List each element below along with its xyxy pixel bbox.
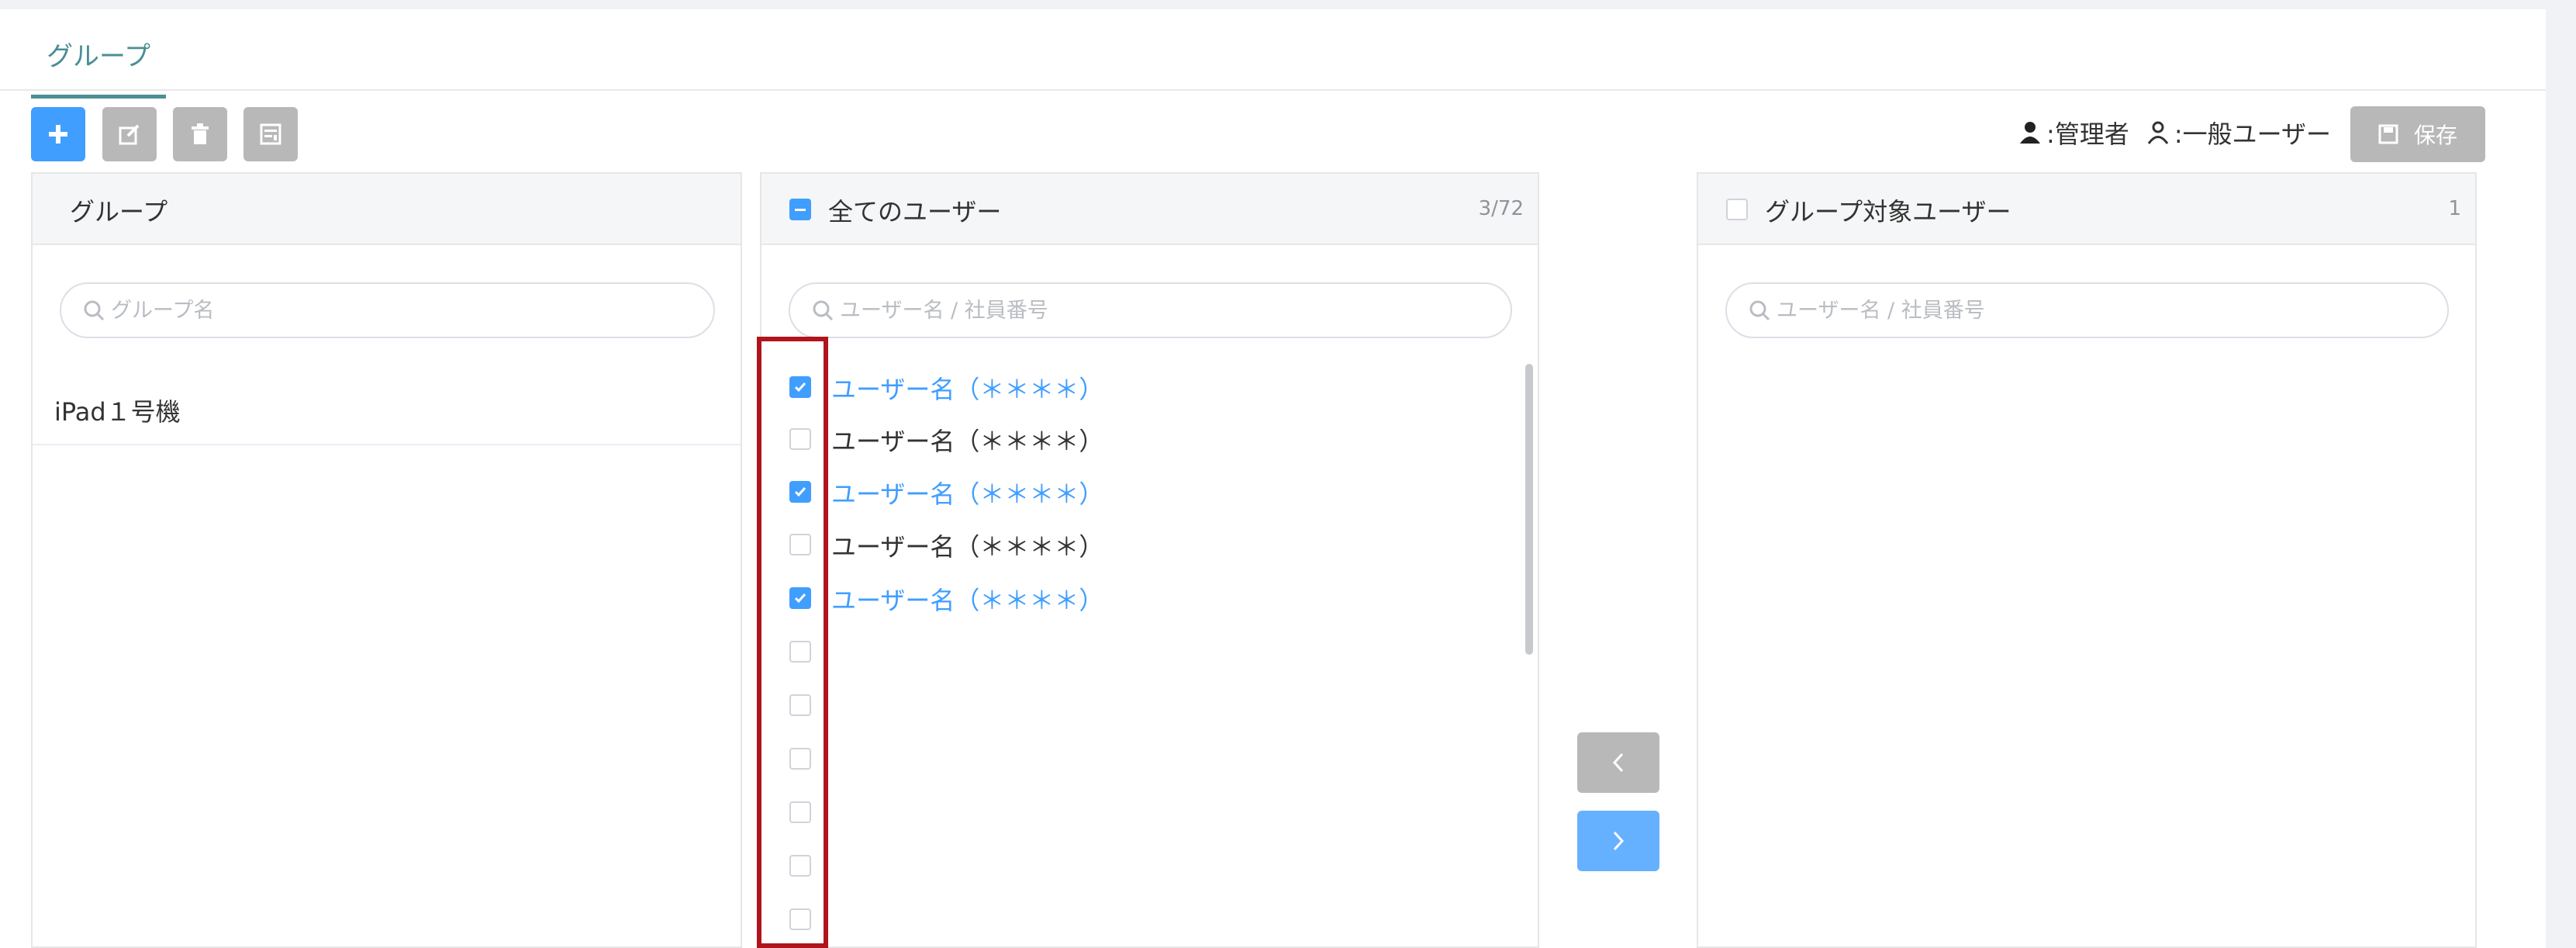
user-list-item[interactable]	[761, 846, 1538, 884]
user-list-item-label: ユーザー名（＊＊＊＊）	[831, 375, 1104, 404]
user-list-item[interactable]: ユーザー名（＊＊＊＊）	[761, 419, 1538, 458]
save-button-label: 保存	[2413, 123, 2457, 148]
admin-user-icon	[2020, 122, 2041, 144]
trash-icon	[192, 123, 209, 144]
move-left-button[interactable]	[1577, 732, 1659, 793]
user-list-item[interactable]: ユーザー名（＊＊＊＊）	[761, 578, 1538, 617]
user-list-item[interactable]	[761, 899, 1538, 938]
select-all-checkbox[interactable]	[789, 199, 811, 220]
target-users-panel: グループ対象ユーザー 1	[1697, 172, 2477, 948]
list-save-icon	[260, 123, 281, 145]
edit-icon	[119, 124, 140, 145]
tab-bar: グループ	[0, 9, 2546, 99]
all-users-search-field[interactable]	[789, 282, 1512, 338]
general-user-icon	[2147, 121, 2169, 144]
all-users-panel-header: 全てのユーザー 3/72	[761, 174, 1538, 245]
plus-icon	[49, 125, 67, 144]
save-button[interactable]: 保存	[2350, 106, 2485, 162]
group-list-item-label: iPad１号機	[54, 397, 181, 427]
checkbox-column-highlight	[757, 337, 828, 948]
user-list-item[interactable]: ユーザー名（＊＊＊＊）	[761, 524, 1538, 563]
user-list-item[interactable]	[761, 792, 1538, 831]
delete-button[interactable]	[173, 107, 227, 161]
target-users-search-field[interactable]	[1725, 282, 2449, 338]
user-list-item[interactable]: ユーザー名（＊＊＊＊）	[761, 472, 1538, 510]
target-users-panel-header: グループ対象ユーザー 1	[1698, 174, 2475, 245]
tab-group[interactable]: グループ	[31, 26, 166, 99]
save-icon	[2378, 124, 2398, 144]
search-icon	[84, 300, 105, 321]
target-select-all-checkbox[interactable]	[1726, 199, 1748, 220]
search-icon	[1749, 300, 1770, 321]
admin-legend-label: :管理者	[2046, 119, 2129, 149]
group-panel-title: グループ	[70, 197, 168, 227]
user-list-item-label: ユーザー名（＊＊＊＊）	[831, 479, 1104, 509]
all-users-title: 全てのユーザー	[828, 197, 1002, 227]
add-button[interactable]	[31, 107, 85, 161]
all-users-search-input[interactable]	[838, 297, 1435, 323]
chevron-right-icon	[1613, 831, 1625, 851]
all-users-count: 3/72	[1478, 197, 1524, 220]
user-list-item-label: ユーザー名（＊＊＊＊）	[831, 586, 1104, 615]
all-users-panel: 全てのユーザー 3/72 ユーザー名（＊＊＊＊） ユーザー名（＊＊＊＊） ユーザー名…	[760, 172, 1539, 948]
user-list-item-label: ユーザー名（＊＊＊＊）	[831, 532, 1104, 562]
user-list-item[interactable]	[761, 685, 1538, 724]
user-list-item[interactable]	[761, 631, 1538, 670]
search-icon	[813, 300, 834, 321]
scrollbar[interactable]	[1525, 364, 1533, 655]
general-legend-label: :一般ユーザー	[2174, 119, 2331, 149]
edit-button[interactable]	[102, 107, 157, 161]
group-search-field[interactable]	[60, 282, 715, 338]
user-list-item-label: ユーザー名（＊＊＊＊）	[831, 427, 1104, 456]
user-list-item[interactable]: ユーザー名（＊＊＊＊）	[761, 367, 1538, 406]
list-save-button[interactable]	[243, 107, 298, 161]
group-list-item[interactable]: iPad１号機	[33, 377, 741, 445]
group-panel: グループ iPad１号機	[31, 172, 742, 948]
role-legend: :管理者 :一般ユーザー	[2018, 116, 2331, 149]
move-right-button[interactable]	[1577, 811, 1659, 871]
target-users-search-input[interactable]	[1775, 297, 2372, 323]
target-users-count: 1	[2448, 197, 2461, 220]
chevron-left-icon	[1612, 753, 1624, 773]
user-list-item[interactable]	[761, 739, 1538, 777]
group-panel-header: グループ	[33, 174, 741, 245]
target-users-title: グループ対象ユーザー	[1765, 197, 2011, 227]
group-search-input[interactable]	[109, 297, 649, 323]
